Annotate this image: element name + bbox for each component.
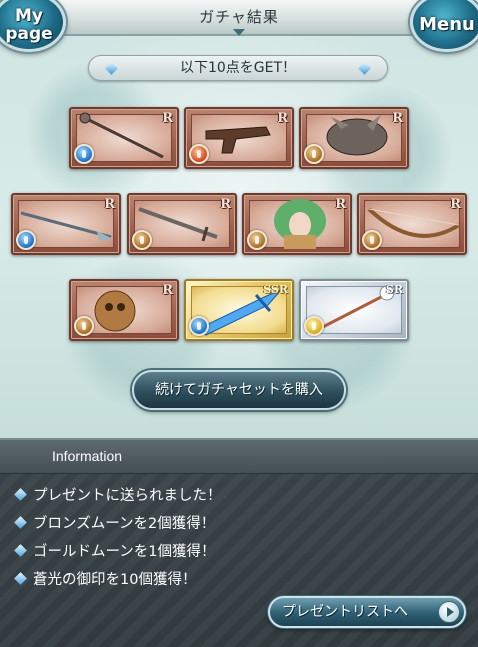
diamond-left-icon bbox=[105, 62, 118, 75]
earth-element-icon bbox=[362, 230, 382, 250]
rarity-badge: R bbox=[335, 197, 346, 212]
rarity-badge: R bbox=[162, 111, 173, 126]
earth-element-icon bbox=[247, 230, 267, 250]
rarity-badge: SSR bbox=[263, 283, 288, 296]
water-element-icon bbox=[189, 316, 209, 336]
earth-element-icon bbox=[74, 316, 94, 336]
rarity-badge: R bbox=[277, 111, 288, 126]
information-header: Information bbox=[0, 440, 478, 474]
diamond-bullet-icon bbox=[14, 515, 27, 529]
item-card[interactable]: R bbox=[357, 193, 467, 255]
fire-element-icon bbox=[189, 144, 209, 164]
menu-label: Menu bbox=[419, 14, 475, 35]
item-card[interactable]: SSR bbox=[184, 279, 294, 341]
caret-down-icon bbox=[233, 29, 245, 36]
page-title: ガチャ結果 bbox=[199, 8, 279, 26]
diamond-bullet-icon bbox=[14, 571, 27, 585]
header-bar: ガチャ結果 bbox=[0, 0, 478, 36]
earth-element-icon bbox=[132, 230, 152, 250]
rarity-badge: R bbox=[220, 197, 231, 212]
item-card[interactable]: R bbox=[242, 193, 352, 255]
info-line: ブロンズムーンを2個獲得！ bbox=[14, 510, 215, 534]
diamond-bullet-icon bbox=[14, 543, 27, 557]
rarity-badge: SR bbox=[385, 283, 403, 296]
result-banner: 以下10点をGET！ bbox=[88, 55, 388, 81]
earth-element-icon bbox=[304, 144, 324, 164]
info-line: ゴールドムーンを1個獲得！ bbox=[14, 538, 216, 562]
present-list-button[interactable]: プレゼントリストへ bbox=[268, 596, 466, 628]
diamond-bullet-icon bbox=[14, 487, 27, 501]
item-card[interactable]: R bbox=[127, 193, 237, 255]
item-card[interactable]: R bbox=[11, 193, 121, 255]
item-card[interactable]: R bbox=[69, 279, 179, 341]
result-banner-text: 以下10点をGET！ bbox=[179, 60, 297, 76]
mypage-label: My page bbox=[5, 6, 53, 44]
item-card[interactable]: SR bbox=[299, 279, 409, 341]
water-element-icon bbox=[74, 144, 94, 164]
item-card[interactable]: R bbox=[69, 107, 179, 169]
item-card[interactable]: R bbox=[184, 107, 294, 169]
information-title: Information bbox=[52, 448, 123, 464]
rarity-badge: R bbox=[162, 283, 173, 298]
info-line: 蒼光の御印を10個獲得！ bbox=[14, 566, 196, 590]
present-list-label: プレゼントリストへ bbox=[282, 604, 408, 620]
light-element-icon bbox=[304, 316, 324, 336]
play-arrow-icon bbox=[438, 601, 460, 623]
item-card[interactable]: R bbox=[299, 107, 409, 169]
rarity-badge: R bbox=[104, 197, 115, 212]
rarity-badge: R bbox=[450, 197, 461, 212]
diamond-right-icon bbox=[358, 62, 371, 75]
buy-gacha-set-button[interactable]: 続けてガチャセットを購入 bbox=[132, 370, 346, 410]
info-line: プレゼントに送られました！ bbox=[14, 482, 222, 506]
rarity-badge: R bbox=[392, 111, 403, 126]
water-element-icon bbox=[16, 230, 36, 250]
